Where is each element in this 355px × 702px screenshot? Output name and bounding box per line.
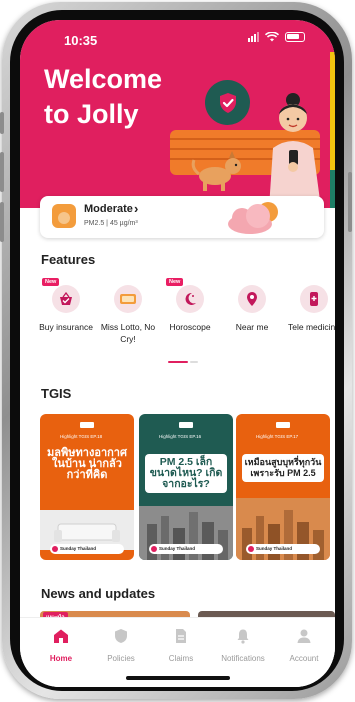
home-icon xyxy=(54,629,68,643)
feature-label: Near me xyxy=(235,322,269,332)
features-pager[interactable] xyxy=(168,361,198,363)
volume-up-button xyxy=(0,152,4,192)
nav-label: Policies xyxy=(107,654,135,663)
tgis-card-tag: Highlight TGIS EP.17 xyxy=(256,434,299,439)
news-title: News and updates xyxy=(41,586,156,601)
home-indicator xyxy=(126,676,230,680)
nav-home[interactable]: Home xyxy=(30,628,92,663)
person-icon xyxy=(297,629,311,643)
air-quality-card[interactable]: Moderate › PM2.5 | 45 µg/m³ xyxy=(40,196,324,238)
status-icons xyxy=(248,32,305,42)
hero-title-line2: to Jolly xyxy=(44,99,139,129)
feature-label: Tele medicine xyxy=(288,322,335,332)
tgis-card-tag: Highlight TGIS EP.16 xyxy=(159,434,202,439)
tgis-card-headline: เหมือนสูบบุหรี่ทุกวัน เพราะรับ PM 2.5 xyxy=(242,454,324,482)
crescent-moon-icon xyxy=(176,285,204,313)
telemedicine-phone-icon xyxy=(300,285,328,313)
battery-icon xyxy=(285,32,305,42)
mute-switch xyxy=(0,112,4,134)
tgis-card-footer: Sunday Thailand xyxy=(149,544,223,554)
pager-inactive[interactable] xyxy=(190,361,198,363)
tgis-card-headline: มลพิษทางอากาศ ในบ้าน น่ากลัวกว่าที่คิด xyxy=(47,447,127,481)
new-badge: New xyxy=(42,278,60,286)
app-screen: 10:35 Welcome to Jolly Moderate › PM2.5 … xyxy=(20,20,335,687)
feature-label: Buy insurance xyxy=(39,322,93,332)
feature-horoscope[interactable]: New Horoscope xyxy=(160,278,220,333)
feature-buy-insurance[interactable]: New Buy insurance xyxy=(36,278,96,333)
basket-check-icon xyxy=(52,285,80,313)
tgis-card-footer: Sunday Thailand xyxy=(50,544,124,554)
chevron-right-icon[interactable]: › xyxy=(134,201,138,216)
air-quality-status: Moderate xyxy=(84,203,133,215)
feature-label: Miss Lotto, No Cry! xyxy=(100,322,156,344)
nav-account[interactable]: Account xyxy=(273,628,335,663)
nav-policies[interactable]: Policies xyxy=(90,628,152,663)
new-badge: New xyxy=(166,278,184,286)
tgis-title: TGIS xyxy=(41,386,72,401)
feature-telemedicine[interactable]: Tele medicine xyxy=(284,278,335,333)
tgis-card-headline: PM 2.5 เล็กขนาดไหน? เกิดจากอะไร? xyxy=(145,454,227,493)
feature-label: Horoscope xyxy=(169,322,211,332)
shield-icon xyxy=(115,629,127,643)
tgis-logo xyxy=(276,422,290,428)
nav-notifications[interactable]: Notifications xyxy=(212,628,274,663)
tgis-logo xyxy=(179,422,193,428)
features-list: New Buy insurance Miss Lotto, No Cry! Ne… xyxy=(36,278,335,358)
tgis-card[interactable]: Highlight TGIS EP.18 มลพิษทางอากาศ ในบ้า… xyxy=(40,414,134,560)
hero-title: Welcome to Jolly xyxy=(44,62,214,132)
tgis-carousel[interactable]: Highlight TGIS EP.18 มลพิษทางอากาศ ในบ้า… xyxy=(40,414,335,560)
pager-active[interactable] xyxy=(168,361,188,363)
hero-title-line1: Welcome xyxy=(44,64,163,94)
map-pin-icon xyxy=(238,285,266,313)
status-bar: 10:35 xyxy=(20,20,335,54)
nav-label: Claims xyxy=(168,654,194,663)
wifi-icon xyxy=(265,32,279,42)
signal-icon xyxy=(248,32,259,42)
tgis-card-footer: Sunday Thailand xyxy=(246,544,320,554)
status-time: 10:35 xyxy=(64,33,98,48)
bell-icon xyxy=(237,629,249,644)
document-icon xyxy=(176,629,186,643)
nav-label: Account xyxy=(289,654,319,663)
masked-face-icon xyxy=(52,204,76,228)
features-title: Features xyxy=(41,252,96,267)
nav-label: Notifications xyxy=(221,654,265,663)
nav-claims[interactable]: Claims xyxy=(150,628,212,663)
tgis-card[interactable]: Highlight TGIS EP.17 เหมือนสูบบุหรี่ทุกว… xyxy=(236,414,330,560)
tgis-card[interactable]: Highlight TGIS EP.16 PM 2.5 เล็กขนาดไหน?… xyxy=(139,414,233,560)
tgis-card-tag: Highlight TGIS EP.18 xyxy=(60,434,103,439)
person-illustration xyxy=(269,93,321,208)
volume-down-button xyxy=(0,202,4,242)
hero-banner[interactable]: 10:35 Welcome to Jolly xyxy=(20,20,335,208)
feature-miss-lotto[interactable]: Miss Lotto, No Cry! xyxy=(98,278,158,345)
feature-near-me[interactable]: Near me xyxy=(222,278,282,333)
dog-illustration xyxy=(191,151,241,191)
shield-check-icon xyxy=(205,80,250,125)
tgis-logo xyxy=(80,422,94,428)
power-button xyxy=(348,172,352,232)
lotto-ticket-icon xyxy=(114,285,142,313)
air-quality-detail: PM2.5 | 45 µg/m³ xyxy=(84,220,138,227)
cloud-sun-icon xyxy=(228,202,278,234)
nav-label: Home xyxy=(49,654,73,663)
hero-accent-strip-green xyxy=(330,170,335,208)
